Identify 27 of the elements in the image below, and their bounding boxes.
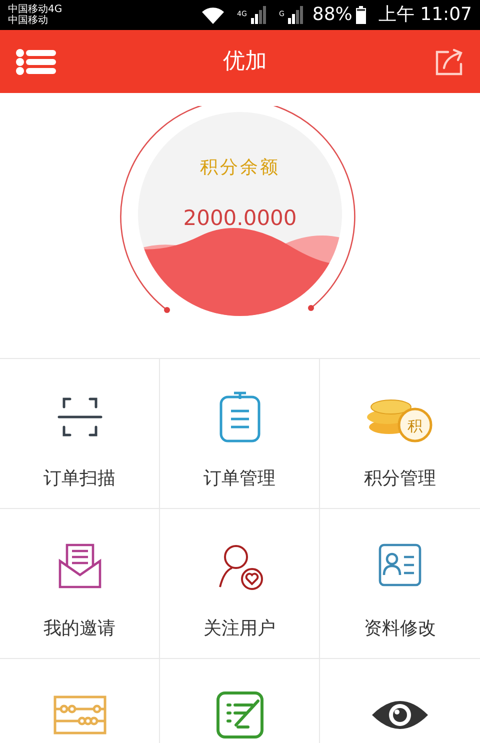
- menu-tile[interactable]: 我的邀请: [0, 509, 160, 659]
- menu-label: 积分管理: [364, 467, 436, 491]
- balance-label: 积分余额: [200, 156, 280, 180]
- menu-tile[interactable]: 资料修改: [320, 509, 480, 659]
- battery-icon: [356, 6, 366, 24]
- wifi-icon: [201, 6, 226, 24]
- carrier-label: 中国移动: [8, 15, 49, 26]
- page-title: 优加: [223, 48, 267, 76]
- menu-label: 资料修改: [364, 617, 436, 641]
- menu-label: 订单管理: [204, 467, 276, 491]
- menu-tile[interactable]: 关注用户: [160, 509, 320, 659]
- menu-label: 我的邀请: [44, 617, 116, 641]
- balance-value: 2000.0000: [183, 204, 297, 232]
- clock-time: 上午 11:07: [378, 5, 472, 25]
- menu-tile[interactable]: 订单扫描: [0, 359, 160, 509]
- menu-tile[interactable]: 积 积分管理: [320, 359, 480, 509]
- menu-label: 订单扫描: [44, 467, 116, 491]
- coin-label: 积: [408, 417, 422, 435]
- carrier-label: 中国移动4G: [8, 4, 62, 15]
- share-icon[interactable]: [434, 48, 464, 76]
- menu-label: 关注用户: [204, 617, 276, 641]
- signal-icon: [250, 6, 267, 24]
- battery-percent: 88%: [312, 5, 352, 25]
- menu-icon[interactable]: [16, 48, 56, 74]
- menu-tile[interactable]: 订单管理: [160, 359, 320, 509]
- coins-icon: [367, 400, 432, 442]
- signal-icon: [288, 6, 304, 24]
